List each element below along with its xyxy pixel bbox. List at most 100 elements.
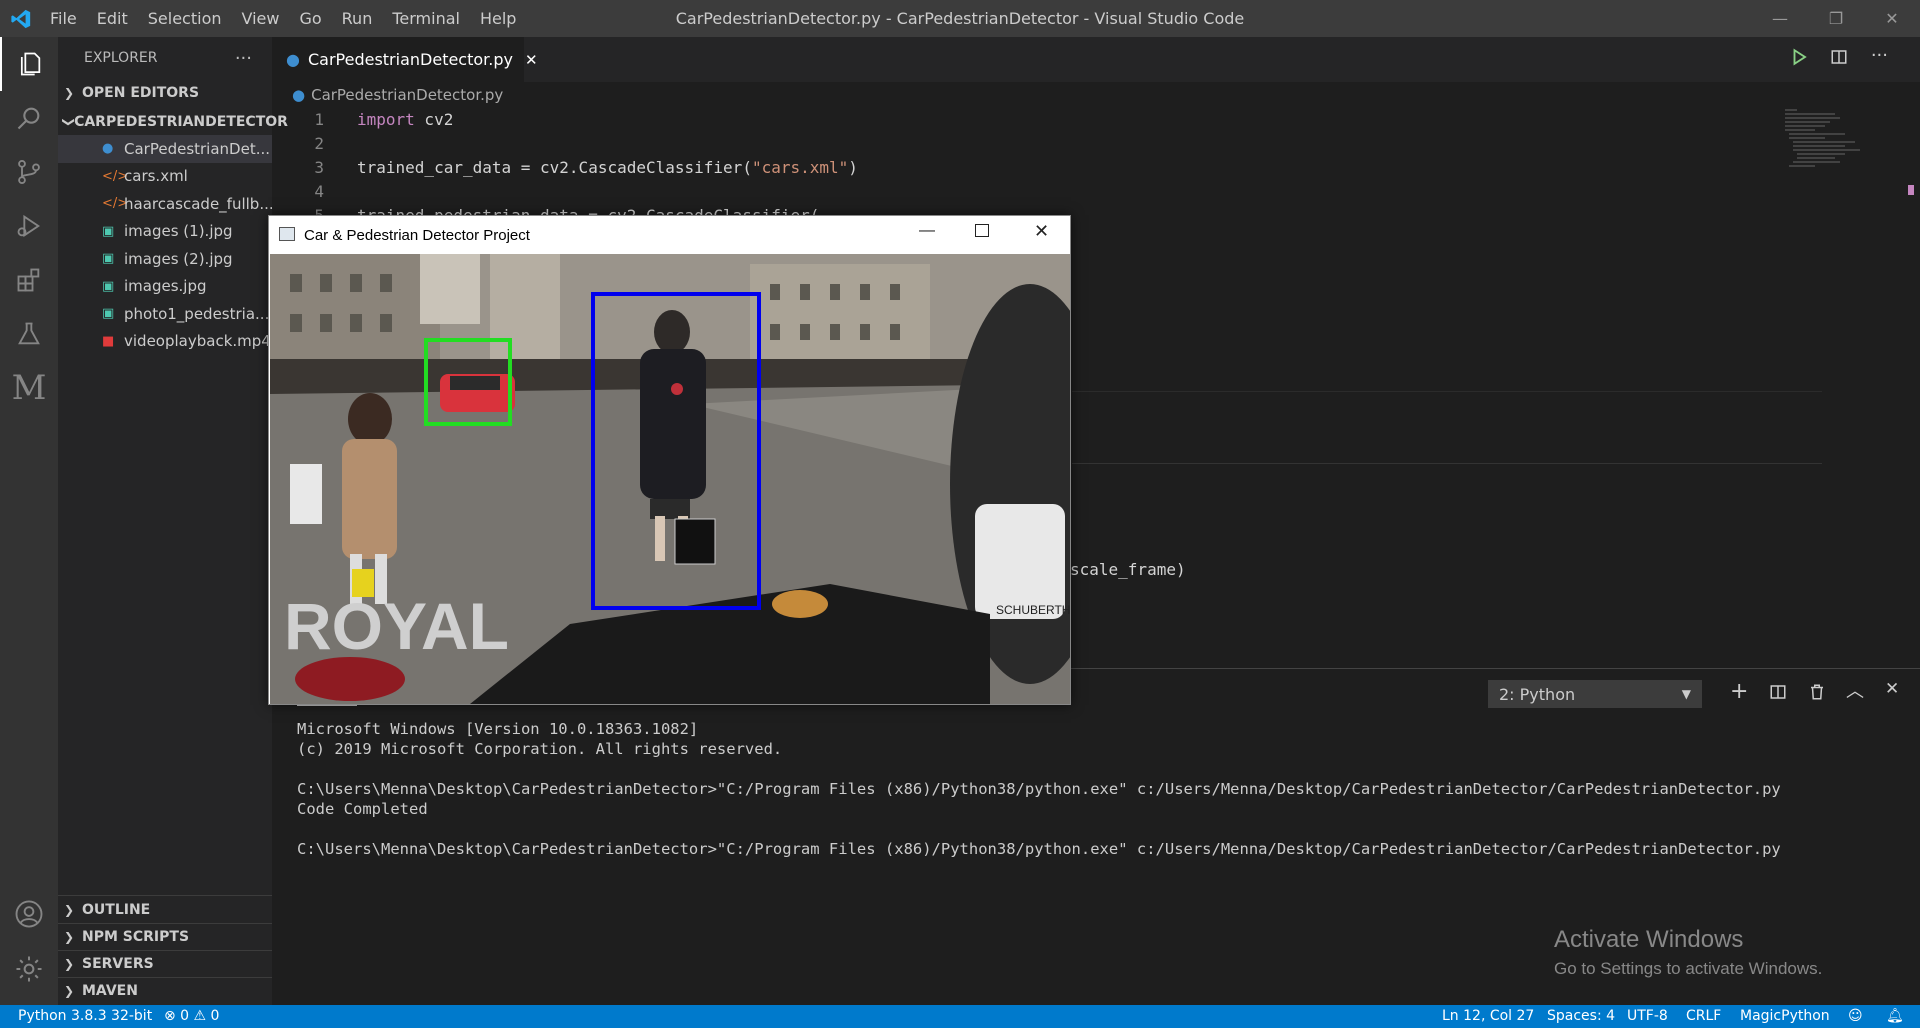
python-icon: ● [102,141,114,157]
project-label: CARPEDESTRIANDETECTOR [74,113,288,130]
maven-section[interactable]: ❯ MAVEN [58,977,272,1004]
image-icon: ▣ [102,223,115,239]
close-button[interactable]: ✕ [1034,221,1049,242]
sky [420,254,480,324]
menu-selection[interactable]: Selection [138,0,232,37]
problems-count[interactable]: ⊗ 0 ⚠ 0 [164,1005,219,1028]
project-section[interactable]: ❯ CARPEDESTRIANDETECTOR [58,108,288,135]
source-control-activity[interactable] [0,145,58,199]
minimap[interactable] [1785,108,1914,668]
code-text: trained_car_data = cv2.CascadeClassifier… [357,158,752,177]
extensions-activity[interactable] [0,253,58,307]
shopping-bag [674,518,716,565]
file-item[interactable]: ▣ images (2).jpg [58,245,272,273]
minimize-button[interactable]: — [919,222,935,240]
close-tab-icon[interactable]: ✕ [525,51,538,69]
breadcrumb-file: CarPedestrianDetector.py [311,86,504,104]
woman-head [348,393,392,445]
outline-section[interactable]: ❯ OUTLINE [58,896,272,923]
servers-section[interactable]: ❯ SERVERS [58,950,272,977]
terminal-line: Code Completed [297,800,428,818]
image-icon: ▣ [102,251,115,267]
menu-run[interactable]: Run [332,0,383,37]
indentation[interactable]: Spaces: 4 [1547,1005,1615,1028]
image-icon: ▣ [102,306,115,322]
menu-edit[interactable]: Edit [87,0,138,37]
cursor-position[interactable]: Ln 12, Col 27 [1442,1005,1534,1028]
plus-icon: + [1730,679,1749,704]
menu-terminal[interactable]: Terminal [382,0,470,37]
menu-file[interactable]: File [40,0,87,37]
bike-label: SCHUBERTH [996,603,1070,617]
file-item[interactable]: ● CarPedestrianDet... [58,135,272,163]
minimize-button[interactable]: — [1752,0,1808,37]
new-terminal-button[interactable]: + [1730,679,1748,704]
more-actions-icon[interactable]: ··· [235,48,252,69]
outline-label: OUTLINE [82,901,151,918]
line-number: 1 [314,110,324,129]
building-center [490,254,560,364]
run-file-button[interactable] [1790,48,1808,70]
split-icon [1770,685,1786,699]
image-icon: ▣ [102,278,115,294]
explorer-sidebar: EXPLORER ··· ❯ OPEN EDITORS ❯ CARPEDESTRIA… [58,37,288,1005]
more-editor-actions[interactable]: ··· [1871,45,1888,66]
file-item[interactable]: </> haarcascade_fullb... [58,190,272,218]
bell-icon[interactable]: 🔔︎ [1886,1005,1904,1028]
maven-activity[interactable]: M [0,361,58,415]
mirror [295,657,405,701]
search-activity[interactable] [0,91,58,145]
maximize-button[interactable] [975,224,989,237]
source-control-icon [18,159,40,185]
white-bag [290,464,322,524]
chevron-right-icon: ❯ [64,984,75,998]
watermark: ROYAL [284,589,509,663]
run-debug-activity[interactable] [0,199,58,253]
extensions-icon [17,268,40,292]
editor-divider [1072,463,1822,464]
kill-terminal-button[interactable] [1808,682,1826,706]
chevron-right-icon: ❯ [64,957,75,971]
line-number: 2 [314,134,324,153]
menu-go[interactable]: Go [289,0,331,37]
terminal-selector[interactable]: 2: Python ▼ [1488,680,1702,708]
line-endings[interactable]: CRLF [1686,1005,1721,1028]
file-name: images (1).jpg [124,222,233,241]
menu-view[interactable]: View [232,0,290,37]
menu-help[interactable]: Help [470,0,526,37]
encoding[interactable]: UTF-8 [1627,1005,1668,1028]
testing-activity[interactable] [0,307,58,361]
feedback-icon[interactable]: ☺ [1848,1005,1863,1028]
file-name: CarPedestrianDet... [124,139,271,158]
code-line: import cv2 [357,110,453,129]
file-item[interactable]: </> cars.xml [58,163,272,191]
split-terminal-button[interactable] [1769,683,1787,705]
split-editor-button[interactable] [1830,48,1848,70]
xml-icon: </> [102,168,129,184]
close-window-button[interactable]: ✕ [1864,0,1920,37]
chevron-up-icon: ︿ [1846,681,1864,702]
close-panel-button[interactable]: ✕ [1885,679,1899,699]
python-interpreter[interactable]: Python 3.8.3 32-bit [18,1005,152,1028]
file-name: images.jpg [124,277,207,296]
breadcrumb[interactable]: ● CarPedestrianDetector.py [272,82,503,108]
file-item[interactable]: ■ videoplayback.mp4 [58,328,272,356]
man-jacket [640,349,706,499]
restore-button[interactable]: ❐ [1808,0,1864,37]
npm-scripts-section[interactable]: ❯ NPM SCRIPTS [58,923,272,950]
explorer-activity[interactable] [0,37,58,91]
chevron-right-icon: ❯ [64,85,75,100]
manage-activity[interactable] [0,942,58,996]
language-mode[interactable]: MagicPython [1740,1005,1830,1028]
code-line-partial: scale_frame) [1070,560,1186,579]
file-item[interactable]: ▣ images (1).jpg [58,218,272,246]
minimap-marker [1908,185,1914,195]
editor-tab[interactable]: ● CarPedestrianDetector.py ✕ [272,37,538,82]
file-item[interactable]: ▣ images.jpg [58,273,272,301]
open-editors-section[interactable]: ❯ OPEN EDITORS [58,79,272,106]
file-item[interactable]: ▣ photo1_pedestria... [58,300,272,328]
string-literal: "cars.xml" [751,158,849,177]
accounts-activity[interactable] [0,887,58,941]
maximize-panel-button[interactable]: ︿ [1846,677,1864,703]
terminal-line: C:\Users\Menna\Desktop\CarPedestrianDete… [297,780,1781,798]
